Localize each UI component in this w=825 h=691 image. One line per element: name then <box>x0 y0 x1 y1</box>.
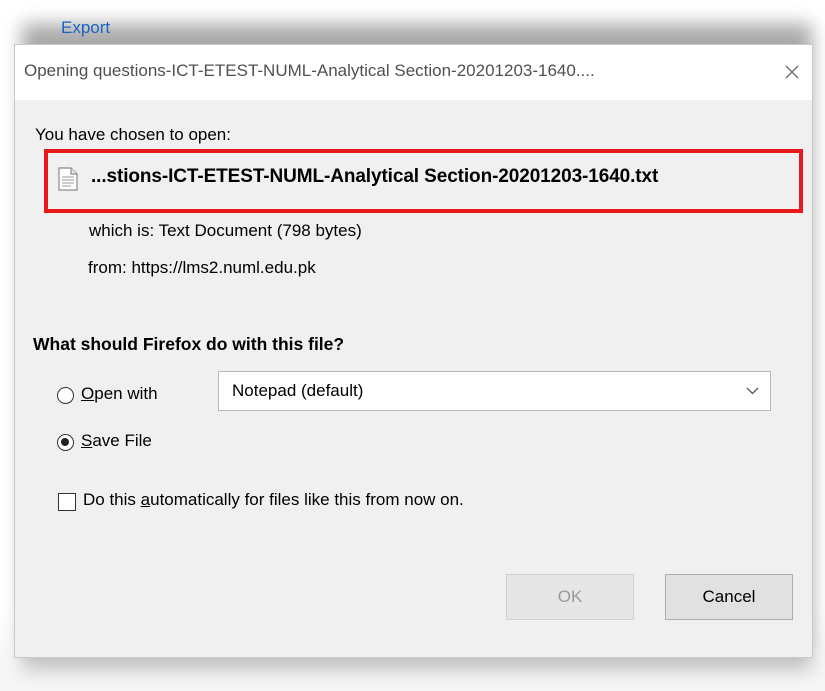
auto-label-after: utomatically for files like this from no… <box>150 490 464 509</box>
file-source-text: from: https://lms2.numl.edu.pk <box>88 258 316 277</box>
open-with-label[interactable]: Open with <box>81 384 158 404</box>
close-icon <box>785 65 799 79</box>
open-with-access-key: O <box>81 384 95 403</box>
close-button[interactable] <box>779 59 805 85</box>
auto-action-label[interactable]: Do this automatically for files like thi… <box>83 490 464 510</box>
save-file-label[interactable]: Save File <box>81 431 152 451</box>
export-link[interactable]: Export <box>61 18 110 38</box>
chosen-to-open-label: You have chosen to open: <box>35 125 231 144</box>
auto-label-access-key: a <box>140 490 151 509</box>
open-with-label-rest: pen with <box>94 384 158 403</box>
cancel-button[interactable]: Cancel <box>665 574 793 620</box>
auto-action-checkbox[interactable] <box>58 493 76 511</box>
file-type-text: which is: Text Document (798 bytes) <box>89 221 362 240</box>
action-question: What should Firefox do with this file? <box>33 334 345 354</box>
save-file-radio[interactable] <box>57 434 74 451</box>
file-name: ...stions-ICT-ETEST-NUML-Analytical Sect… <box>91 166 659 187</box>
auto-label-before: Do this <box>83 490 141 509</box>
dialog-titlebar: Opening questions-ICT-ETEST-NUML-Analyti… <box>15 45 812 100</box>
chevron-down-icon <box>746 387 759 395</box>
text-file-icon <box>58 167 78 191</box>
open-with-selected-app: Notepad (default) <box>232 381 364 400</box>
dialog-title: Opening questions-ICT-ETEST-NUML-Analyti… <box>24 61 595 80</box>
open-with-application-select[interactable]: Notepad (default) <box>218 371 771 411</box>
ok-button[interactable]: OK <box>506 574 634 620</box>
save-file-access-key: S <box>81 431 93 450</box>
open-file-dialog: Opening questions-ICT-ETEST-NUML-Analyti… <box>14 44 813 658</box>
save-file-label-rest: ave File <box>92 431 152 450</box>
open-with-radio[interactable] <box>57 387 74 404</box>
